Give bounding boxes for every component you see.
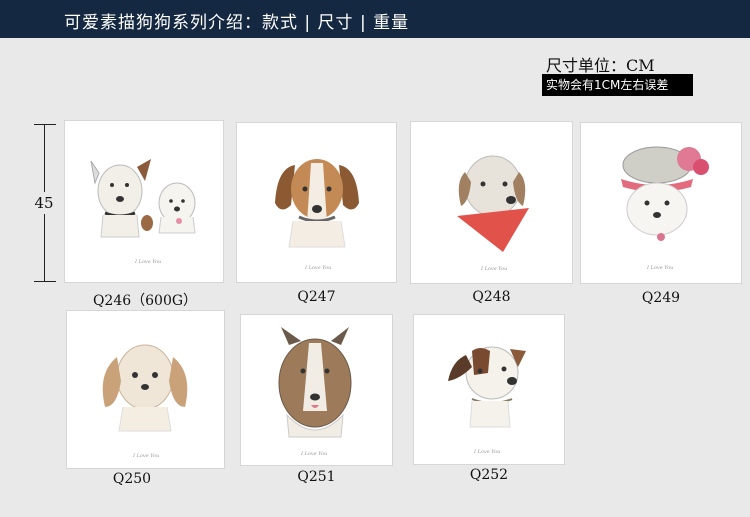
product-code-q252: Q252 [469, 467, 509, 483]
unit-label: 尺寸单位：CM [546, 56, 655, 75]
product-code-q247: Q247 [297, 289, 336, 305]
signature-text: I Love You [646, 265, 673, 271]
signature-text: I Love You [480, 266, 507, 272]
signature-text: I Love You [300, 451, 327, 457]
product-card-q249[interactable]: I Love You [581, 123, 741, 283]
product-code-q249: Q249 [641, 290, 681, 306]
product-card-q246[interactable]: I Love You [65, 121, 223, 282]
dimension-value: 45 [30, 192, 58, 214]
product-code-q246: Q246（600G） [92, 293, 198, 309]
product-code-q250: Q250 [112, 471, 152, 487]
product-code-q248: Q248 [472, 289, 511, 305]
dog-portrait-image: I Love You [90, 159, 196, 265]
product-card-q248[interactable]: I Love You [411, 122, 572, 283]
signature-text: I Love You [134, 259, 161, 265]
product-code-q251: Q251 [297, 469, 336, 485]
dog-portrait-image: I Love You [278, 327, 352, 457]
dog-portrait-image: I Love You [275, 159, 359, 271]
dimension-tick-bottom [34, 281, 56, 282]
signature-text: I Love You [132, 453, 159, 459]
signature-text: I Love You [473, 449, 500, 455]
tolerance-note: 实物会有1CM左右误差 [542, 74, 693, 96]
product-card-q251[interactable]: I Love You [241, 315, 392, 465]
product-card-q252[interactable]: I Love You [414, 315, 564, 464]
dog-portrait-image: I Love You [621, 146, 709, 271]
dog-portrait-image: I Love You [102, 344, 188, 459]
product-card-q250[interactable]: I Love You [67, 311, 224, 468]
signature-text: I Love You [304, 265, 331, 271]
header-bar: 可爱素描狗狗系列介绍：款式 | 尺寸 | 重量 [0, 0, 750, 38]
product-card-q247[interactable]: I Love You [237, 123, 396, 282]
page-title: 可爱素描狗狗系列介绍：款式 | 尺寸 | 重量 [64, 13, 410, 33]
dog-portrait-image: I Love You [457, 155, 529, 272]
dimension-tick-top [34, 124, 56, 125]
dog-portrait-image: I Love You [448, 346, 526, 455]
